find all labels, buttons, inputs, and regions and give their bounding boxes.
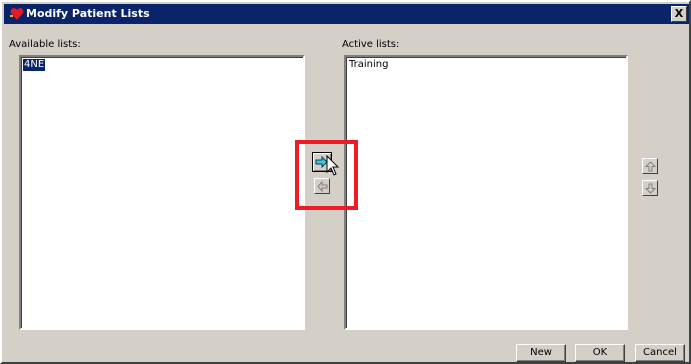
active-lists-listbox[interactable]: Training [344,55,628,330]
available-lists-label: Available lists: [9,39,81,50]
window-title: Modify Patient Lists [26,7,150,20]
close-button[interactable]: X [671,6,687,22]
move-down-button[interactable] [642,180,658,196]
arrow-down-icon [644,183,657,194]
mouse-pointer-icon [326,155,340,176]
titlebar[interactable]: Modify Patient Lists X [4,4,689,24]
active-lists-label: Active lists: [342,39,400,50]
app-heart-icon [10,8,24,20]
active-list-item[interactable]: Training [348,59,389,71]
move-up-button[interactable] [642,158,658,174]
cancel-button[interactable]: Cancel [635,344,685,362]
modify-patient-lists-dialog: Modify Patient Lists X Available lists: … [0,0,691,364]
arrow-up-icon [644,161,657,172]
new-button[interactable]: New [516,344,566,362]
ok-button[interactable]: OK [575,344,625,362]
available-list-item[interactable]: 4NE [23,59,46,71]
available-lists-listbox[interactable]: 4NE [19,55,305,330]
